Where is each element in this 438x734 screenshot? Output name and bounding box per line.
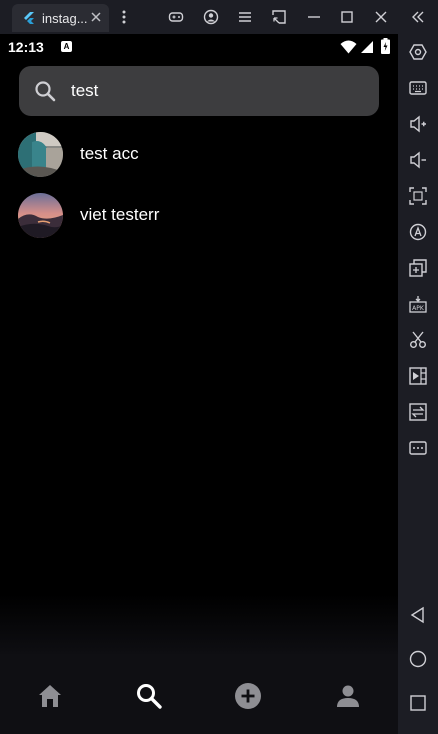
app-tab[interactable]: instag... xyxy=(12,4,109,32)
minimize-icon[interactable] xyxy=(306,9,322,25)
avatar xyxy=(18,131,63,177)
cellular-signal-icon xyxy=(361,41,373,53)
home-button-icon[interactable] xyxy=(409,650,427,668)
emulator-window: instag... 12:13 A test test acc viet tes… xyxy=(0,0,438,734)
recent-apps-icon[interactable] xyxy=(409,694,427,712)
sync-icon[interactable] xyxy=(409,403,427,421)
screenshot-region-icon[interactable] xyxy=(271,9,287,25)
menu-icon[interactable] xyxy=(237,9,253,25)
search-icon xyxy=(35,81,56,102)
home-icon[interactable] xyxy=(36,682,64,710)
tab-title: instag... xyxy=(42,10,88,26)
battery-icon xyxy=(381,38,390,54)
close-tab-icon[interactable] xyxy=(89,10,103,24)
android-status-bar: 12:13 A xyxy=(0,34,398,60)
settings-hexagon-icon[interactable] xyxy=(409,43,427,61)
emulator-titlebar: instag... xyxy=(0,0,438,34)
video-record-icon[interactable] xyxy=(409,367,427,385)
search-input[interactable] xyxy=(71,76,361,106)
keyboard-icon[interactable] xyxy=(409,79,427,97)
result-username: viet testerr xyxy=(80,205,160,224)
profile-icon[interactable] xyxy=(334,682,362,710)
flutter-icon xyxy=(24,12,34,24)
fullscreen-icon[interactable] xyxy=(409,187,427,205)
collapse-sidebar-icon[interactable] xyxy=(410,9,426,25)
avatar xyxy=(18,192,63,238)
volume-up-icon[interactable] xyxy=(409,115,427,133)
add-post-icon[interactable] xyxy=(234,682,262,710)
more-options-icon[interactable] xyxy=(409,439,427,457)
svg-text:APK: APK xyxy=(412,305,425,312)
emulator-sidebar: APK xyxy=(398,34,438,734)
more-vertical-icon[interactable] xyxy=(116,9,132,25)
rotate-icon[interactable] xyxy=(409,223,427,241)
maximize-icon[interactable] xyxy=(339,9,355,25)
bottom-navigation xyxy=(0,654,398,734)
install-apk-icon[interactable]: APK xyxy=(409,295,427,313)
content-fade xyxy=(0,594,398,654)
account-icon[interactable] xyxy=(203,9,219,25)
back-icon[interactable] xyxy=(409,606,427,624)
notification-badge: A xyxy=(61,41,72,52)
gamepad-icon[interactable] xyxy=(168,9,184,25)
scissors-icon[interactable] xyxy=(409,331,427,349)
phone-screen: 12:13 A test test acc viet testerr xyxy=(0,34,398,734)
close-icon[interactable] xyxy=(373,9,389,25)
search-nav-icon[interactable] xyxy=(135,682,163,710)
wifi-icon xyxy=(340,40,357,54)
multi-instance-icon[interactable] xyxy=(409,259,427,277)
search-result-item[interactable]: test acc xyxy=(18,131,388,177)
volume-down-icon[interactable] xyxy=(409,151,427,169)
search-bar[interactable] xyxy=(19,66,379,116)
search-result-item[interactable]: viet testerr xyxy=(18,192,388,238)
status-time: 12:13 xyxy=(8,39,44,55)
result-username: test acc xyxy=(80,144,139,163)
